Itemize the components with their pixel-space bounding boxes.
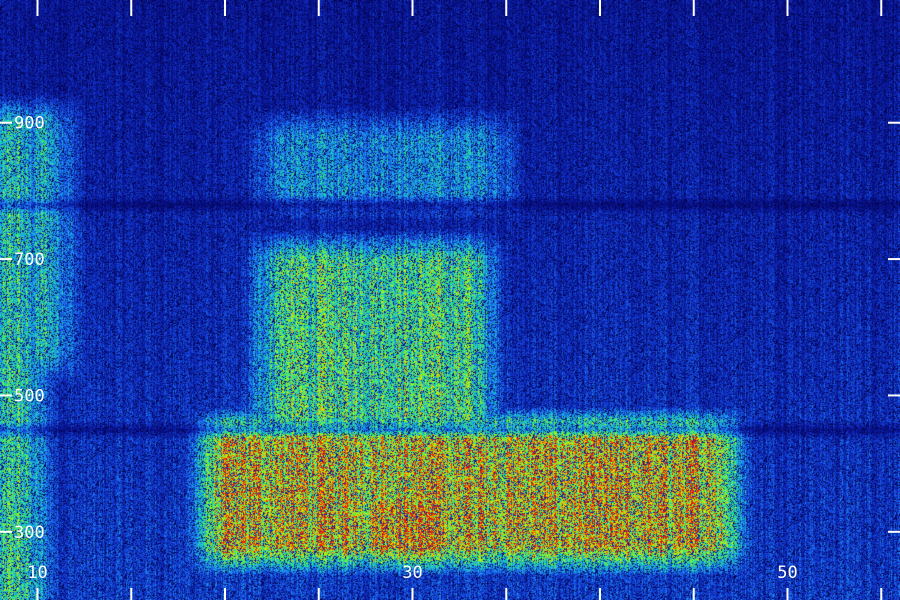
y-tick-label: 700 (14, 250, 45, 270)
y-tick-label: 500 (14, 386, 45, 406)
x-tick-label: 30 (402, 563, 422, 583)
chart-axes: 300 500 700 900 10 30 50 (0, 0, 900, 600)
spectrogram-chart: 300 500 700 900 10 30 50 (0, 0, 900, 600)
y-tick-label: 900 (14, 114, 45, 134)
x-tick-label: 50 (777, 563, 797, 583)
y-tick-label: 300 (14, 523, 45, 543)
x-tick-label: 10 (27, 563, 47, 583)
